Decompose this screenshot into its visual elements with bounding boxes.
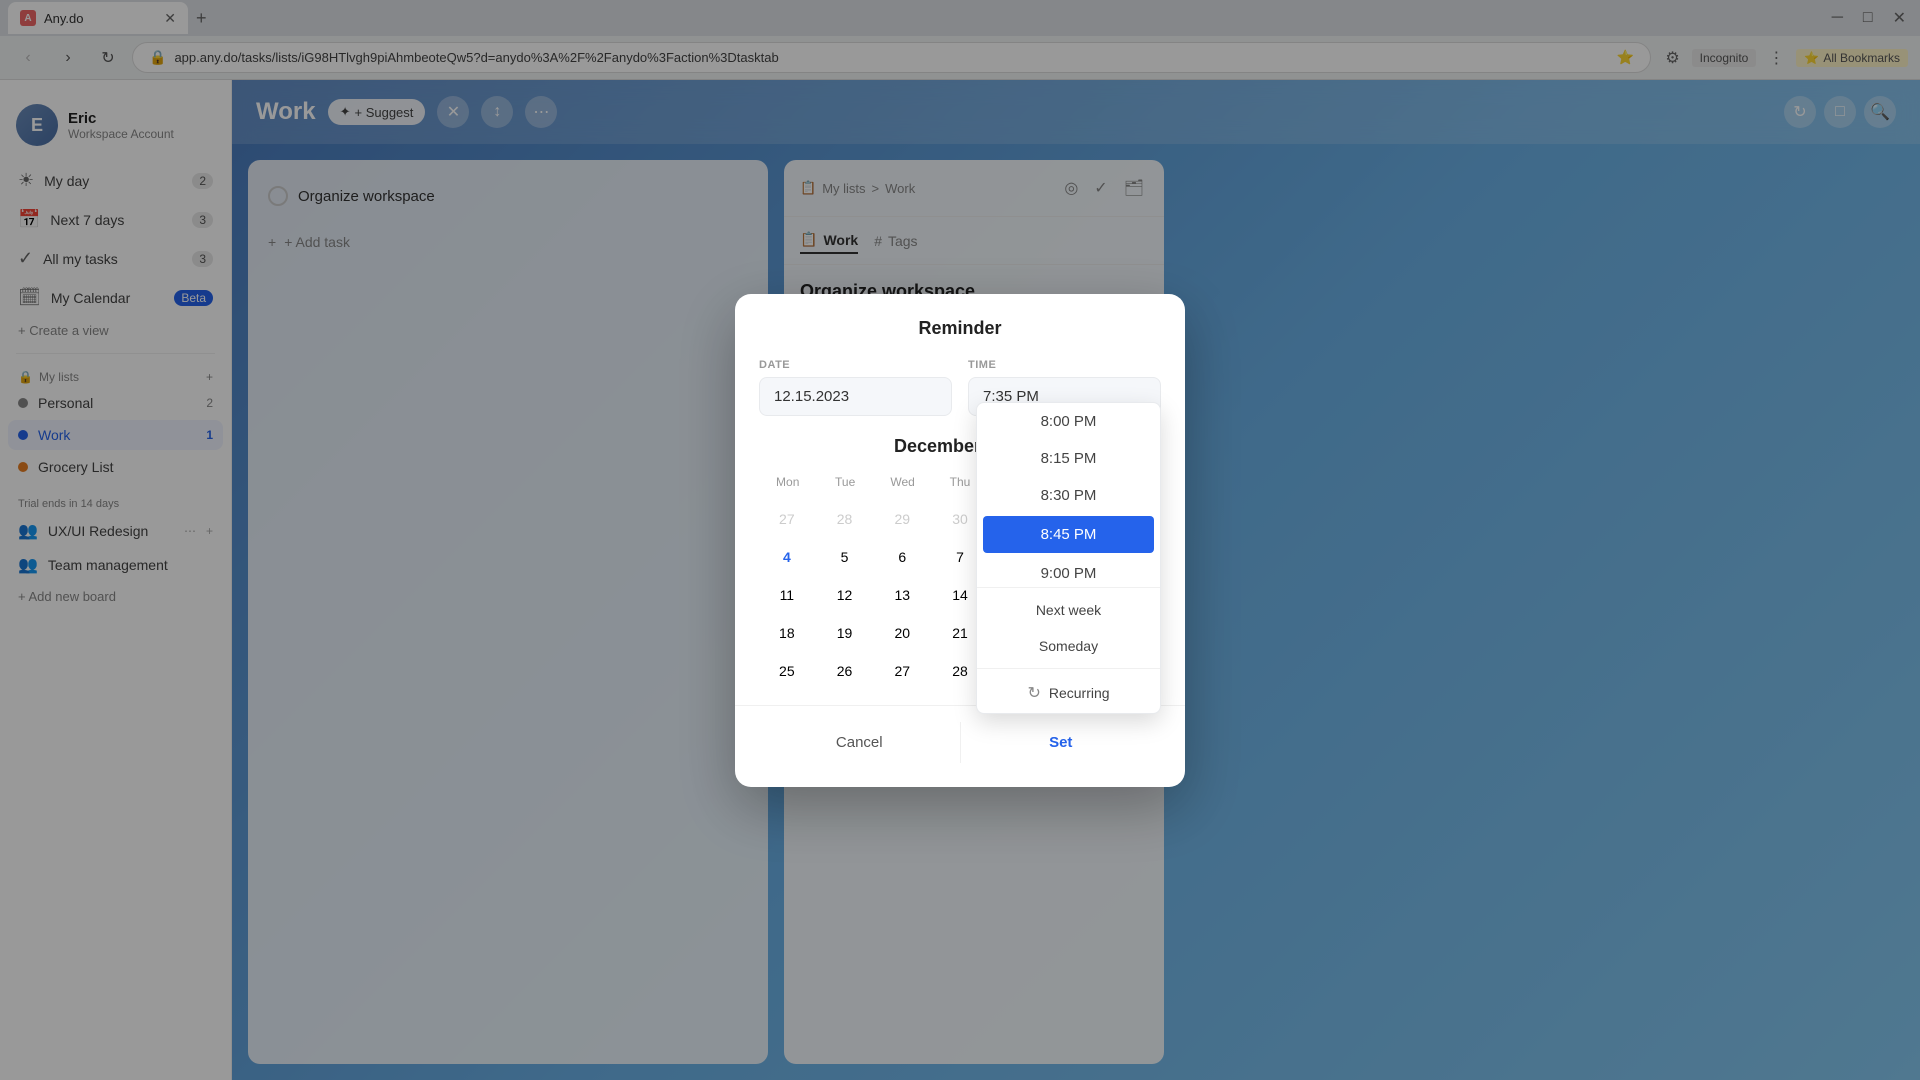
cal-day[interactable]: 30 xyxy=(942,501,978,537)
cal-day[interactable]: 27 xyxy=(884,653,920,689)
cal-day[interactable]: 26 xyxy=(827,653,863,689)
cal-day-4[interactable]: 4 xyxy=(769,539,805,575)
cal-day[interactable]: 27 xyxy=(769,501,805,537)
time-dropdown: 8:00 PM 8:15 PM 8:30 PM 8:45 PM 9:00 PM … xyxy=(976,402,1161,714)
cal-day[interactable]: 5 xyxy=(827,539,863,575)
day-wed: Wed xyxy=(874,471,931,493)
cal-day[interactable]: 28 xyxy=(827,501,863,537)
cal-day[interactable]: 19 xyxy=(827,615,863,651)
cal-day[interactable]: 29 xyxy=(884,501,920,537)
time-option-900pm[interactable]: 9:00 PM xyxy=(977,555,1160,583)
modal-actions: Cancel Set xyxy=(759,722,1161,763)
date-label: DATE xyxy=(759,359,952,371)
cancel-button[interactable]: Cancel xyxy=(759,722,960,763)
day-tue: Tue xyxy=(816,471,873,493)
recurring-icon: ↻ xyxy=(1027,683,1040,703)
cal-day[interactable]: 21 xyxy=(942,615,978,651)
cal-day[interactable]: 13 xyxy=(884,577,920,613)
cal-day[interactable]: 14 xyxy=(942,577,978,613)
reminder-modal: Reminder DATE 12.15.2023 TIME 7:35 PM De… xyxy=(735,294,1185,787)
date-input[interactable]: 12.15.2023 xyxy=(759,377,952,416)
date-field-group: DATE 12.15.2023 xyxy=(759,359,952,416)
recurring-label: Recurring xyxy=(1049,685,1110,701)
cal-day[interactable]: 20 xyxy=(884,615,920,651)
time-label: TIME xyxy=(968,359,1161,371)
cal-day[interactable]: 28 xyxy=(942,653,978,689)
cal-day[interactable]: 18 xyxy=(769,615,805,651)
cal-day[interactable]: 25 xyxy=(769,653,805,689)
cal-day[interactable]: 12 xyxy=(827,577,863,613)
cal-day[interactable]: 11 xyxy=(769,577,805,613)
modal-title: Reminder xyxy=(759,318,1161,339)
cal-day[interactable]: 7 xyxy=(942,539,978,575)
time-options-scroll[interactable]: 8:00 PM 8:15 PM 8:30 PM 8:45 PM 9:00 PM … xyxy=(977,403,1160,583)
cal-day[interactable]: 6 xyxy=(884,539,920,575)
someday-option[interactable]: Someday xyxy=(977,628,1160,664)
modal-overlay[interactable]: Reminder DATE 12.15.2023 TIME 7:35 PM De… xyxy=(0,0,1920,1080)
time-option-800pm[interactable]: 8:00 PM xyxy=(977,403,1160,440)
recurring-option[interactable]: ↻ Recurring xyxy=(977,673,1160,713)
time-sep-1 xyxy=(977,587,1160,588)
time-option-830pm[interactable]: 8:30 PM xyxy=(977,477,1160,514)
day-mon: Mon xyxy=(759,471,816,493)
time-sep-2 xyxy=(977,668,1160,669)
next-week-option[interactable]: Next week xyxy=(977,592,1160,628)
set-button[interactable]: Set xyxy=(961,722,1162,763)
time-option-845pm[interactable]: 8:45 PM xyxy=(983,516,1154,553)
time-option-815pm[interactable]: 8:15 PM xyxy=(977,440,1160,477)
